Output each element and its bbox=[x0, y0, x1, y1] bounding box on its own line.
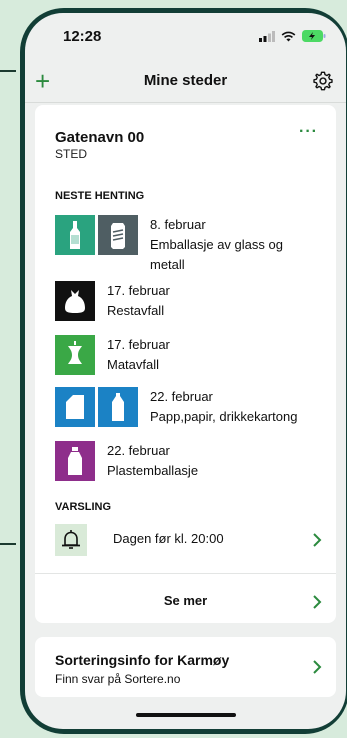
can-icon bbox=[98, 215, 138, 255]
pickups-heading: NESTE HENTING bbox=[55, 190, 145, 202]
pickup-type: Papp,papir, drikkekartong bbox=[150, 409, 298, 424]
place-name: Gatenavn 00 bbox=[55, 129, 145, 146]
pickup-date: 17. februar bbox=[107, 283, 170, 298]
more-options-button[interactable]: ··· bbox=[299, 123, 318, 141]
chevron-right-icon[interactable] bbox=[312, 595, 322, 609]
nav-title: Mine steder bbox=[143, 72, 228, 89]
place-sub: STED bbox=[55, 147, 88, 161]
pickup-icons bbox=[55, 215, 138, 275]
status-icons bbox=[259, 30, 326, 42]
paper-icon bbox=[55, 387, 95, 427]
pickup-text: 22. februar Plastemballasje bbox=[107, 441, 198, 481]
trash-bag-icon bbox=[55, 281, 95, 321]
pickup-type: Emballasje av glass og metall bbox=[150, 237, 283, 272]
sorting-info-title: Sorteringsinfo for Karmøy bbox=[55, 652, 230, 668]
bottle-icon bbox=[55, 215, 95, 255]
callout-line-top bbox=[0, 70, 16, 72]
sorting-info-card[interactable]: Sorteringsinfo for Karmøy Finn svar på S… bbox=[35, 637, 336, 697]
pickup-text: 8. februar Emballasje av glass og metall bbox=[150, 215, 310, 275]
status-time: 12:28 bbox=[63, 27, 102, 45]
see-more-button[interactable]: Se mer bbox=[35, 593, 336, 608]
pickup-item[interactable]: 22. februar Plastemballasje bbox=[55, 441, 198, 481]
pickup-date: 8. februar bbox=[150, 217, 206, 232]
chevron-right-icon[interactable] bbox=[312, 660, 322, 674]
pickup-icons bbox=[55, 387, 138, 427]
pickup-item[interactable]: 22. februar Papp,papir, drikkekartong bbox=[55, 387, 297, 427]
pickup-date: 22. februar bbox=[150, 389, 213, 404]
phone-screen: 12:28 + Mine steder Gatenavn 00 STED ···… bbox=[25, 13, 346, 729]
plastic-bottle-icon bbox=[55, 441, 95, 481]
notification-heading: VARSLING bbox=[55, 501, 112, 513]
battery-charging-icon bbox=[302, 30, 326, 42]
pickup-item[interactable]: 17. februar Restavfall bbox=[55, 281, 170, 321]
pickup-item[interactable]: 8. februar Emballasje av glass og metall bbox=[55, 215, 310, 275]
pickup-text: 17. februar Matavfall bbox=[107, 335, 170, 375]
nav-bar: + Mine steder bbox=[25, 59, 346, 103]
gear-icon[interactable] bbox=[312, 70, 334, 92]
wifi-icon bbox=[281, 31, 296, 41]
pickup-type: Restavfall bbox=[107, 303, 165, 318]
signal-icon bbox=[259, 30, 275, 42]
pickup-date: 22. februar bbox=[107, 443, 170, 458]
sorting-info-sub: Finn svar på Sortere.no bbox=[55, 672, 181, 686]
pickup-text: 22. februar Papp,papir, drikkekartong bbox=[150, 387, 297, 427]
notification-setting[interactable]: Dagen før kl. 20:00 bbox=[113, 531, 224, 546]
callout-line-bottom bbox=[0, 543, 16, 545]
chevron-right-icon[interactable] bbox=[312, 533, 322, 547]
home-indicator[interactable] bbox=[136, 713, 236, 717]
status-bar: 12:28 bbox=[25, 13, 346, 59]
bell-icon bbox=[55, 524, 87, 556]
phone-frame: 12:28 + Mine steder Gatenavn 00 STED ···… bbox=[20, 8, 347, 734]
pickup-type: Plastemballasje bbox=[107, 463, 199, 478]
pickup-item[interactable]: 17. februar Matavfall bbox=[55, 335, 170, 375]
pickup-text: 17. februar Restavfall bbox=[107, 281, 170, 321]
apple-core-icon bbox=[55, 335, 95, 375]
pickup-type: Matavfall bbox=[107, 357, 160, 372]
add-place-button[interactable]: + bbox=[35, 68, 59, 94]
divider bbox=[35, 573, 336, 574]
place-card: Gatenavn 00 STED ··· NESTE HENTING 8. fe… bbox=[35, 105, 336, 623]
carton-icon bbox=[98, 387, 138, 427]
pickup-date: 17. februar bbox=[107, 337, 170, 352]
